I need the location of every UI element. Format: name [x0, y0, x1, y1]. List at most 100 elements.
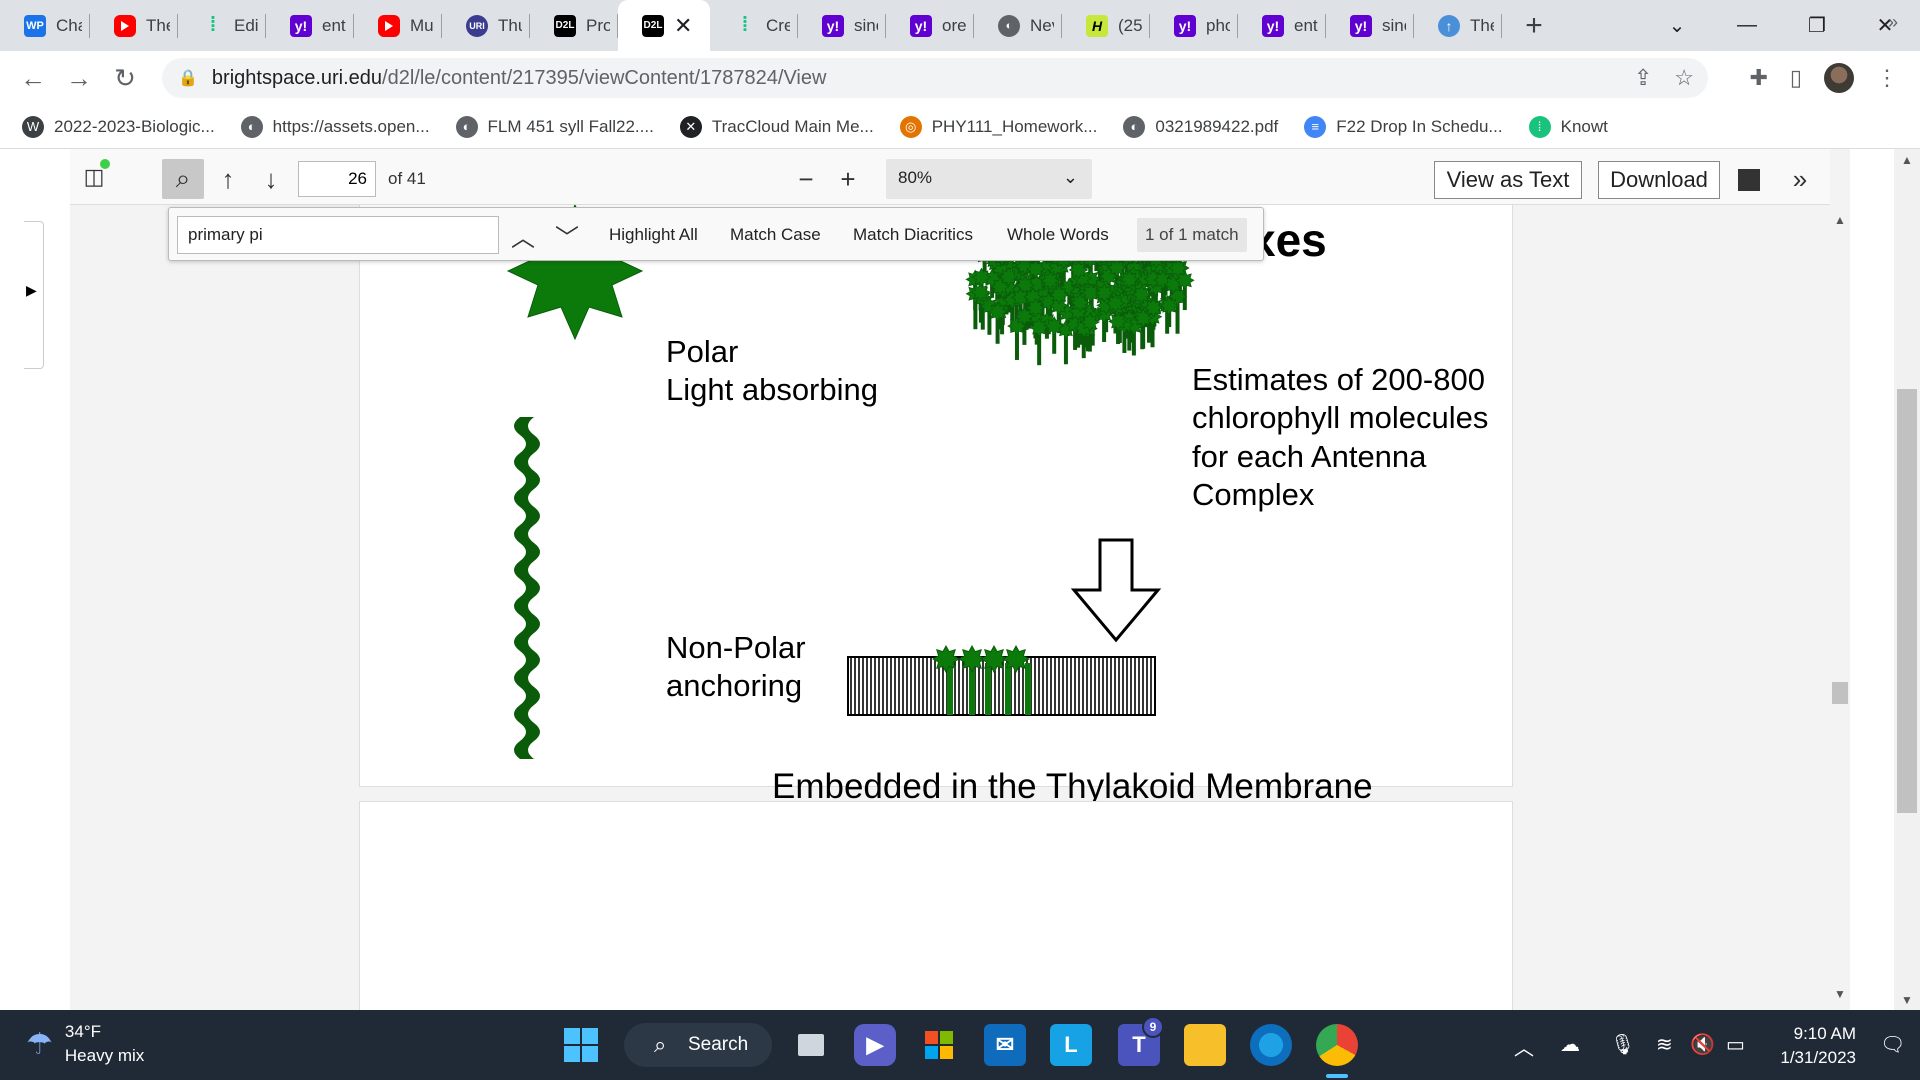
- tab-12[interactable]: H (25): [1062, 0, 1150, 51]
- bookmark-item[interactable]: ✕ TracCloud Main Me...: [679, 115, 874, 138]
- document-scrollbar[interactable]: ▲ ▼: [1830, 149, 1850, 1010]
- teams-chat-icon[interactable]: ▶: [854, 1024, 896, 1066]
- start-icon[interactable]: [562, 1026, 600, 1064]
- page-scrollbar[interactable]: ▲ ▼: [1894, 149, 1920, 1010]
- tab-4[interactable]: Mu: [354, 0, 442, 51]
- tab-10[interactable]: y! ore: [886, 0, 974, 51]
- view-as-text-button[interactable]: View as Text: [1434, 161, 1582, 199]
- find-toggle-icon[interactable]: ⌕: [162, 159, 204, 199]
- tab-2[interactable]: ⁞ Edit: [178, 0, 266, 51]
- chlorophyll-tail: [514, 417, 540, 759]
- tab-1[interactable]: The: [90, 0, 178, 51]
- close-window-icon[interactable]: ✕: [1850, 0, 1920, 51]
- close-tab-icon[interactable]: ✕: [674, 13, 704, 39]
- wifi-icon[interactable]: ≋: [1656, 1032, 1673, 1057]
- find-previous-icon[interactable]: ︿: [505, 218, 541, 253]
- microphone-icon[interactable]: 🎙: [1610, 1032, 1635, 1057]
- task-view-icon[interactable]: [790, 1024, 832, 1066]
- cluster-head: [1029, 317, 1049, 338]
- scroll-up-icon[interactable]: ▲: [1834, 213, 1846, 227]
- microsoft-store-icon[interactable]: [918, 1024, 960, 1066]
- notifications-icon[interactable]: 🗨: [1880, 1032, 1905, 1057]
- tools-overflow-icon[interactable]: »: [1782, 159, 1818, 199]
- weather-widget[interactable]: ☂ 34°F Heavy mix: [26, 1020, 144, 1068]
- whole-words-toggle[interactable]: Whole Words: [1007, 225, 1109, 245]
- forward-icon[interactable]: →: [56, 55, 102, 101]
- side-panel-icon[interactable]: ▯: [1790, 65, 1802, 91]
- clock[interactable]: 9:10 AM 1/31/2023: [1780, 1022, 1856, 1070]
- teams-icon[interactable]: T9: [1118, 1016, 1164, 1066]
- bookmarks-overflow-icon[interactable]: »: [1888, 12, 1898, 33]
- reload-icon[interactable]: ↻: [102, 55, 148, 101]
- next-page-icon[interactable]: ↓: [253, 159, 289, 199]
- bookmark-item[interactable]: ⁞ Knowt: [1528, 115, 1608, 138]
- tab-6[interactable]: D2L Pro: [530, 0, 618, 51]
- download-button[interactable]: Download: [1598, 161, 1720, 199]
- previous-page-icon[interactable]: ↑: [210, 159, 246, 199]
- tab-label: Mu: [410, 15, 434, 35]
- address-bar[interactable]: 🔒 brightspace.uri.edu/d2l/le/content/217…: [162, 58, 1708, 98]
- file-explorer-icon[interactable]: [1184, 1024, 1226, 1066]
- extensions-icon[interactable]: ✚: [1749, 65, 1767, 91]
- bookmark-item[interactable]: ◐ https://assets.open...: [240, 115, 430, 138]
- upload-icon: ↑: [1438, 14, 1460, 37]
- scroll-down-icon[interactable]: ▼: [1834, 987, 1846, 1001]
- tab-16[interactable]: ↑ The: [1414, 0, 1502, 51]
- mail-icon[interactable]: ✉: [984, 1024, 1026, 1066]
- zoom-out-icon[interactable]: −: [788, 159, 824, 199]
- bookmark-star-icon[interactable]: ☆: [1674, 65, 1694, 91]
- presentation-mode-icon[interactable]: [1738, 169, 1760, 191]
- sidebar-toggle[interactable]: ▶: [24, 221, 44, 369]
- page-scroll-down-icon[interactable]: ▼: [1901, 993, 1913, 1007]
- tab-9[interactable]: y! sinc: [798, 0, 886, 51]
- tab-0[interactable]: WP Cha: [0, 0, 90, 51]
- battery-icon[interactable]: ▭: [1726, 1032, 1745, 1057]
- tab-15[interactable]: y! sinc: [1326, 0, 1414, 51]
- tab-13[interactable]: y! pho: [1150, 0, 1238, 51]
- page-scroll-up-icon[interactable]: ▲: [1901, 153, 1913, 167]
- tab-5[interactable]: URI Thu: [442, 0, 530, 51]
- bookmark-item[interactable]: ≡ F22 Drop In Schedu...: [1304, 115, 1503, 138]
- cluster-head: [1108, 311, 1128, 332]
- taskbar-search[interactable]: ⌕ Search: [624, 1023, 772, 1067]
- tab-8[interactable]: ⁞ Cre: [710, 0, 798, 51]
- document-scroll-thumb[interactable]: [1832, 682, 1848, 704]
- bookmark-item[interactable]: W 2022-2023-Biologic...: [22, 115, 215, 138]
- tab-label: Pro: [586, 15, 610, 35]
- page-number-input[interactable]: [298, 161, 376, 197]
- bookmark-item[interactable]: ◎ PHY111_Homework...: [899, 115, 1097, 138]
- tab-7[interactable]: D2L ✕: [618, 0, 710, 51]
- tab-3[interactable]: y! ent: [266, 0, 354, 51]
- highlight-all-toggle[interactable]: Highlight All: [609, 225, 698, 245]
- chrome-icon[interactable]: [1316, 1024, 1358, 1066]
- chevron-down-icon: ⌄: [1062, 167, 1078, 187]
- bookmark-item[interactable]: ◐ 0321989422.pdf: [1123, 115, 1278, 138]
- tab-search-icon[interactable]: ⌄: [1642, 0, 1712, 51]
- show-hidden-icons-icon[interactable]: ︿: [1514, 1032, 1534, 1061]
- pdf-page: xes Polar Light absorbing Non-Polar anch…: [359, 205, 1513, 806]
- back-icon[interactable]: ←: [10, 55, 56, 101]
- tab-11[interactable]: ◐ Nev: [974, 0, 1062, 51]
- onedrive-icon[interactable]: ☁: [1560, 1032, 1580, 1057]
- share-icon[interactable]: ⇪: [1634, 65, 1652, 91]
- tab-14[interactable]: y! ent: [1238, 0, 1326, 51]
- profile-avatar[interactable]: [1824, 63, 1854, 93]
- find-next-icon[interactable]: ﹀: [549, 218, 585, 253]
- find-input[interactable]: [177, 216, 499, 254]
- restore-icon[interactable]: ❐: [1782, 0, 1852, 51]
- bookmark-item[interactable]: ◐ FLM 451 syll Fall22....: [455, 115, 654, 138]
- match-diacritics-toggle[interactable]: Match Diacritics: [853, 225, 973, 245]
- match-case-toggle[interactable]: Match Case: [730, 225, 821, 245]
- new-tab-icon[interactable]: +: [1514, 9, 1554, 43]
- zoom-in-icon[interactable]: +: [830, 159, 866, 199]
- tab-label: The: [146, 15, 170, 35]
- minimize-icon[interactable]: —: [1712, 0, 1782, 51]
- l-app-icon[interactable]: L: [1050, 1024, 1092, 1066]
- bookmark-label: F22 Drop In Schedu...: [1336, 116, 1503, 136]
- bookmark-label: https://assets.open...: [272, 116, 430, 136]
- edge-icon[interactable]: [1250, 1024, 1292, 1066]
- menu-icon[interactable]: ⋮: [1876, 65, 1898, 91]
- zoom-select[interactable]: 80% ⌄: [886, 159, 1092, 199]
- volume-muted-icon[interactable]: 🔇: [1690, 1032, 1715, 1057]
- page-scroll-thumb[interactable]: [1897, 389, 1917, 813]
